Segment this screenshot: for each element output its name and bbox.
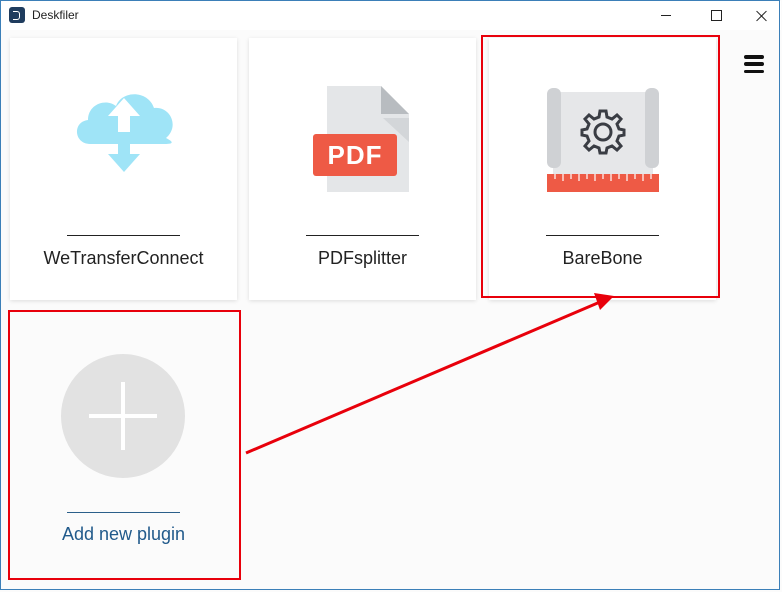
plugin-label: WeTransferConnect [43, 248, 204, 268]
plus-icon[interactable] [61, 354, 185, 478]
plugin-label: BareBone [562, 248, 643, 268]
window-title: Deskfiler [32, 8, 79, 22]
card-divider [67, 512, 180, 513]
maximize-button[interactable] [693, 1, 739, 30]
card-divider [67, 235, 180, 236]
hamburger-menu-icon[interactable] [744, 55, 764, 73]
minimize-button[interactable] [643, 1, 689, 30]
blueprint-gear-icon [546, 88, 659, 192]
plugin-card-pdfsplitter[interactable]: PDF PDFsplitter [249, 38, 476, 300]
title-bar: Deskfiler [1, 1, 781, 30]
plugin-card-barebone[interactable]: BareBone [489, 38, 716, 300]
card-divider [546, 235, 659, 236]
minimize-icon [661, 15, 671, 16]
close-icon [756, 10, 768, 22]
pdf-file-icon: PDF [312, 86, 409, 192]
plugin-card-wetransferconnect[interactable]: WeTransferConnect [10, 38, 237, 300]
card-divider [306, 235, 419, 236]
app-logo-icon [9, 7, 25, 23]
pdf-badge-text: PDF [327, 140, 382, 170]
cloud-transfer-icon [76, 94, 173, 172]
maximize-icon [710, 10, 722, 21]
close-button[interactable] [739, 1, 782, 30]
add-plugin-card[interactable]: Add new plugin [10, 312, 237, 574]
plugin-label: PDFsplitter [317, 248, 407, 268]
add-plugin-link[interactable]: Add new plugin [10, 524, 237, 545]
